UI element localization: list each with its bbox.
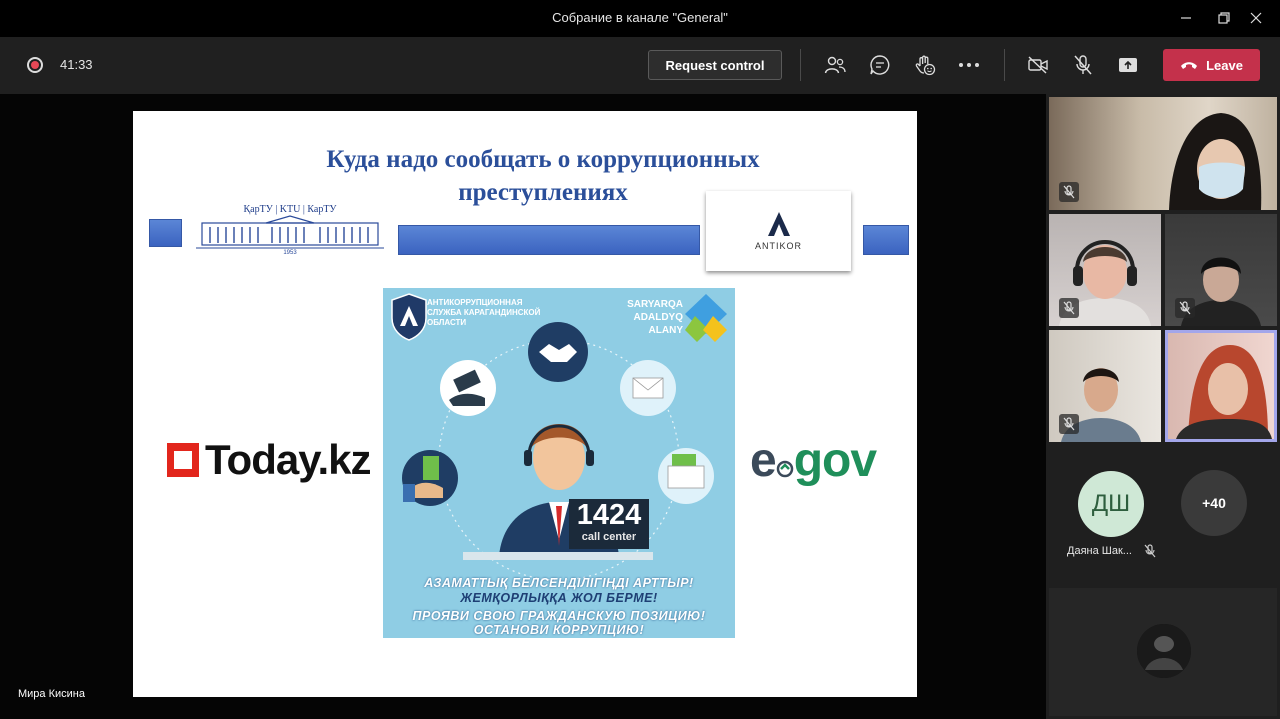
participants-panel: ДШ Даяна Шак... +40 bbox=[1046, 94, 1280, 719]
mic-muted-indicator bbox=[1175, 298, 1195, 318]
today-kz-emblem-icon bbox=[167, 443, 199, 477]
shared-screen-stage: Куда надо сообщать о коррупционных прест… bbox=[0, 94, 1046, 719]
university-logo-text: ҚарТУ | KTU | КарТУ bbox=[243, 204, 337, 215]
participant-name: Даяна Шак... bbox=[1067, 545, 1132, 557]
more-actions-button[interactable] bbox=[955, 51, 983, 79]
request-control-button[interactable]: Request control bbox=[648, 50, 782, 80]
decor-bar bbox=[398, 225, 700, 255]
hotline-badge: 1424 call center bbox=[569, 499, 649, 549]
bribe-hand-icon bbox=[440, 360, 496, 416]
participant-avatar[interactable]: ДШ bbox=[1078, 471, 1144, 537]
mic-toggle-button[interactable] bbox=[1069, 51, 1097, 79]
antikor-emblem-icon bbox=[767, 212, 790, 236]
share-screen-icon bbox=[1119, 58, 1137, 72]
mic-off-icon bbox=[1144, 544, 1156, 558]
video-tile[interactable] bbox=[1165, 214, 1277, 326]
egov-letter-e: e bbox=[750, 434, 777, 487]
hang-up-icon bbox=[1181, 62, 1198, 69]
mic-off-icon bbox=[1063, 417, 1075, 431]
chat-icon bbox=[870, 55, 890, 75]
presenter-name: Мира Кисина bbox=[18, 688, 85, 700]
antikor-logo: ANTIKOR bbox=[706, 191, 851, 271]
title-bar: Собрание в канале "General" bbox=[0, 0, 1280, 37]
mic-muted-indicator bbox=[1059, 414, 1079, 434]
more-participants-button[interactable]: +40 bbox=[1181, 470, 1247, 536]
video-tile[interactable] bbox=[1049, 214, 1161, 326]
camera-off-icon bbox=[1028, 56, 1048, 74]
close-icon bbox=[1250, 12, 1262, 24]
video-tile[interactable] bbox=[1049, 97, 1277, 210]
mic-muted-indicator bbox=[1059, 182, 1079, 202]
poster-illustration bbox=[402, 322, 714, 581]
antikor-label: ANTIKOR bbox=[754, 241, 802, 251]
today-kz-text: Today.kz bbox=[205, 436, 371, 483]
egov-logo: e gov bbox=[750, 433, 877, 488]
hotline-caption: call center bbox=[581, 531, 637, 543]
avatar-image bbox=[1137, 624, 1191, 678]
restore-button[interactable] bbox=[1211, 6, 1237, 30]
camera-toggle-button[interactable] bbox=[1024, 51, 1052, 79]
more-icon bbox=[959, 63, 979, 67]
slogan-kz-1: АЗАМАТТЫҚ БЕЛСЕНДІЛІГІҢДІ АРТТЫР! bbox=[424, 576, 694, 590]
mic-off-icon bbox=[1063, 185, 1075, 199]
minimize-button[interactable] bbox=[1173, 6, 1199, 30]
people-icon bbox=[824, 56, 846, 74]
slogan-kz-2: ЖЕМҚОРЛЫҚҚА ЖОЛ БЕРМЕ! bbox=[460, 591, 658, 605]
recording-icon bbox=[27, 57, 43, 73]
leave-label: Leave bbox=[1206, 57, 1243, 73]
university-year: 1953 bbox=[283, 250, 297, 256]
egov-arrow-icon bbox=[776, 460, 793, 478]
desk bbox=[463, 552, 653, 560]
reactions-button[interactable] bbox=[911, 51, 939, 79]
toolbar-divider bbox=[800, 49, 801, 81]
self-avatar bbox=[1137, 624, 1191, 678]
participant-video bbox=[1176, 345, 1272, 439]
decor-bar bbox=[863, 225, 909, 255]
window-title: Собрание в канале "General" bbox=[552, 10, 728, 25]
university-building-icon bbox=[196, 215, 384, 249]
mic-muted-indicator bbox=[1059, 298, 1079, 318]
close-button[interactable] bbox=[1243, 6, 1269, 30]
minimize-icon bbox=[1181, 17, 1191, 19]
leave-button[interactable]: Leave bbox=[1163, 49, 1260, 81]
slogan-ru-1: ПРОЯВИ СВОЮ ГРАЖДАНСКУЮ ПОЗИЦИЮ! bbox=[412, 609, 706, 623]
meeting-toolbar: 41:33 Request control Leave bbox=[0, 37, 1280, 94]
egov-text-gov: gov bbox=[793, 434, 877, 487]
today-kz-logo: Today.kz bbox=[167, 436, 371, 484]
money-envelope-icon bbox=[658, 448, 714, 504]
decor-bar bbox=[149, 219, 182, 247]
hotline-poster: Антикоррупционная служба Карагандинской … bbox=[383, 288, 735, 638]
money-hand-icon bbox=[402, 450, 458, 506]
overflow-count: +40 bbox=[1202, 495, 1226, 511]
mic-off-icon bbox=[1179, 301, 1191, 315]
share-screen-button[interactable] bbox=[1114, 51, 1142, 79]
university-logo: ҚарТУ | KTU | КарТУ 1953 bbox=[196, 204, 384, 264]
slogan-ru-2: ОСТАНОВИ КОРРУПЦИЮ! bbox=[473, 623, 645, 637]
handshake-icon bbox=[528, 322, 588, 382]
envelope-icon bbox=[620, 360, 676, 416]
restore-icon bbox=[1218, 12, 1230, 24]
mic-off-icon bbox=[1063, 301, 1075, 315]
hotline-number: 1424 bbox=[576, 499, 642, 531]
participant-video bbox=[1169, 113, 1262, 210]
chat-button[interactable] bbox=[866, 51, 894, 79]
presentation-slide: Куда надо сообщать о коррупционных прест… bbox=[133, 111, 917, 697]
meeting-timer: 41:33 bbox=[60, 57, 93, 72]
mic-off-icon bbox=[1074, 55, 1092, 75]
video-tile-active-speaker[interactable] bbox=[1165, 330, 1277, 442]
avatar-initials: ДШ bbox=[1091, 490, 1131, 517]
participants-button[interactable] bbox=[821, 51, 849, 79]
toolbar-divider bbox=[1004, 49, 1005, 81]
self-preview-tile[interactable] bbox=[1049, 588, 1277, 716]
video-tile[interactable] bbox=[1049, 330, 1161, 442]
raise-hand-icon bbox=[915, 55, 936, 76]
